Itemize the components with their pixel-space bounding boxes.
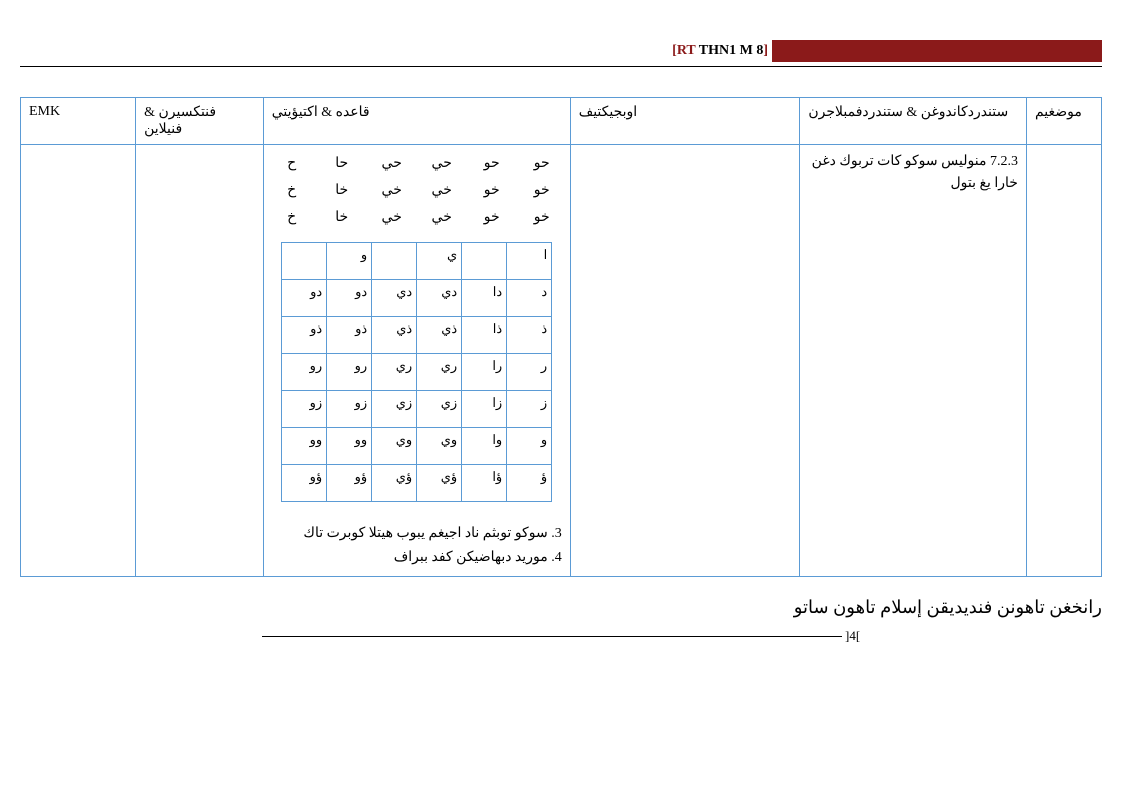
footer-line: رانخغن تاهونن فنديديقن إسلام تاهون ساتو: [20, 597, 1102, 618]
cell-std: 7.2.3 منوليس سوكو كات تربوك دغن خارا يغ …: [800, 145, 1027, 577]
red-bar: [772, 40, 1102, 62]
col-std: ستندردكاندوغن & ستندردفمبلاجرن: [800, 98, 1027, 145]
col-emk: EMK: [21, 98, 136, 145]
header-bar: [RT THN1 M 8]: [20, 40, 1102, 67]
page-number: ]4[: [20, 628, 1102, 644]
col-pen: فنتكسيرن & فنيلاين: [136, 98, 264, 145]
cell-emk: [21, 145, 136, 577]
col-maudu: موضغيم: [1026, 98, 1101, 145]
syllable-grid: حو حو حي حي حا ح خو خو خي خي خا خ خو خو …: [272, 155, 562, 226]
cell-obj: [570, 145, 800, 577]
activity-3: 3. سوكو توبثم ناد اجيغم يبوب هيتلا كوبرت…: [272, 522, 562, 546]
activity-4: 4. موريد دبهاضيكن كفد ببراف: [272, 546, 562, 570]
activity-lines: 3. سوكو توبثم ناد اجيغم يبوب هيتلا كوبرت…: [272, 522, 562, 570]
rt-label: [RT THN1 M 8]: [672, 43, 768, 59]
cell-pen: [136, 145, 264, 577]
footer: رانخغن تاهونن فنديديقن إسلام تاهون ساتو: [20, 597, 1102, 618]
inner-table: ا ي و د دا دي دي دو دو: [281, 242, 552, 502]
standard-text: 7.2.3 منوليس سوكو كات تربوك دغن خارا يغ …: [808, 151, 1018, 196]
col-akt: قاعده & اكتيؤيتي: [263, 98, 570, 145]
cell-maudu: [1026, 145, 1101, 577]
main-table: EMK فنتكسيرن & فنيلاين قاعده & اكتيؤيتي …: [20, 97, 1102, 577]
cell-akt: حو حو حي حي حا ح خو خو خي خي خا خ خو خو …: [263, 145, 570, 577]
col-obj: اوبجيكتيف: [570, 98, 800, 145]
